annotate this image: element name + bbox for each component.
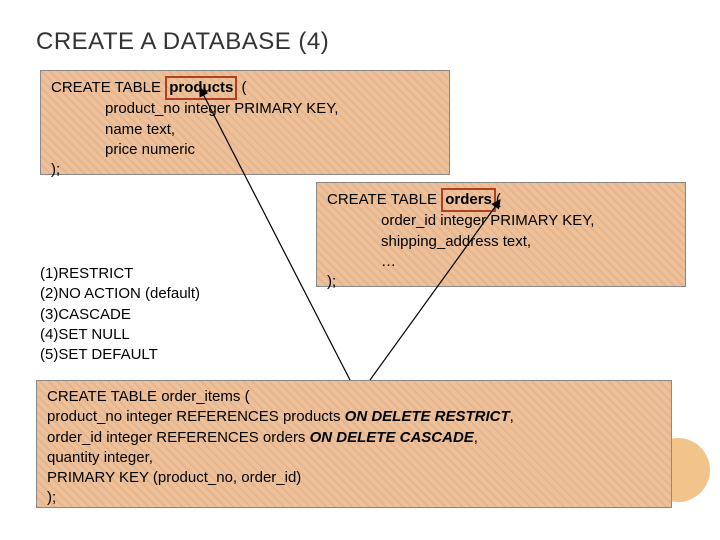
text: product_no integer REFERENCES products — [47, 408, 345, 425]
code-line: price numeric — [51, 140, 439, 160]
code-line: … — [327, 252, 675, 272]
code-line: PRIMARY KEY (product_no, order_id) — [47, 468, 661, 488]
text: ( — [496, 191, 501, 208]
option-item: (5)SET DEFAULT — [40, 345, 200, 365]
option-item: (3)CASCADE — [40, 305, 200, 325]
text: CREATE TABLE — [51, 79, 165, 96]
on-delete-restrict: ON DELETE RESTRICT — [345, 408, 510, 425]
code-line: ); — [47, 488, 661, 508]
text: CREATE TABLE — [327, 191, 441, 208]
code-line: shipping_address text, — [327, 232, 675, 252]
option-item: (2)NO ACTION (default) — [40, 284, 200, 304]
code-line: order_id integer PRIMARY KEY, — [327, 211, 675, 231]
code-box-products: CREATE TABLE products ( product_no integ… — [40, 70, 450, 175]
code-line: quantity integer, — [47, 448, 661, 468]
code-line: CREATE TABLE order_items ( — [47, 387, 661, 407]
code-line: name text, — [51, 120, 439, 140]
code-line: product_no integer PRIMARY KEY, — [51, 99, 439, 119]
text: order_id integer REFERENCES orders — [47, 429, 310, 446]
code-box-orders: CREATE TABLE orders( order_id integer PR… — [316, 182, 686, 287]
code-line: ); — [51, 161, 60, 178]
on-delete-cascade: ON DELETE CASCADE — [310, 429, 474, 446]
slide: CREATE A DATABASE (4) CREATE TABLE produ… — [0, 0, 720, 540]
code-line: ); — [327, 273, 336, 290]
text: , — [474, 429, 478, 446]
option-item: (1)RESTRICT — [40, 264, 200, 284]
code-line: order_id integer REFERENCES orders ON DE… — [47, 428, 661, 448]
text: ( — [237, 79, 246, 96]
highlight-products: products — [165, 76, 237, 100]
options-list: (1)RESTRICT (2)NO ACTION (default) (3)CA… — [40, 264, 200, 365]
code-box-orderitems: CREATE TABLE order_items ( product_no in… — [36, 380, 672, 508]
code-line: product_no integer REFERENCES products O… — [47, 407, 661, 427]
slide-title: CREATE A DATABASE (4) — [36, 28, 684, 56]
text: , — [510, 408, 514, 425]
highlight-orders: orders — [441, 188, 496, 212]
option-item: (4)SET NULL — [40, 325, 200, 345]
